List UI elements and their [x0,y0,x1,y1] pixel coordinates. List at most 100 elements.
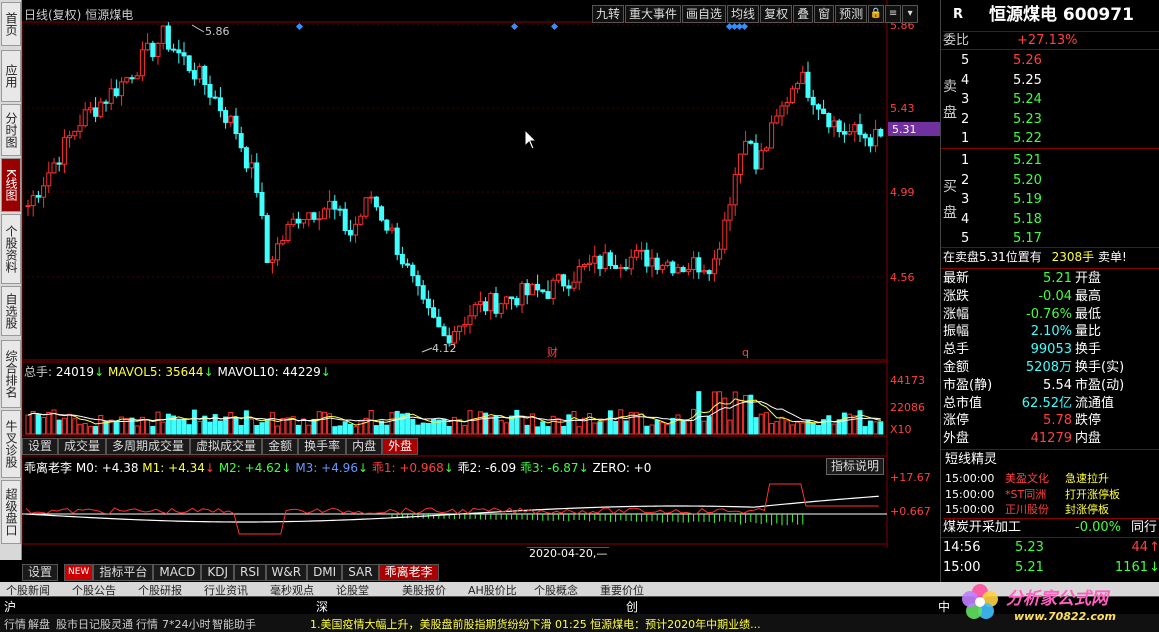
leftnav-item-2[interactable]: 分时图 [1,104,21,156]
status-item-0[interactable]: 行情 [4,616,26,632]
index-sh[interactable]: 沪 [4,598,16,615]
candle-body [826,113,832,128]
book-row[interactable]: 2 5.20 [961,172,1151,189]
indicator-tab-4[interactable]: KDJ [201,564,234,581]
toolbar-button-3[interactable]: 均线 [727,5,760,23]
volume-bar [498,419,504,435]
candle-body [878,128,884,137]
toolbar-button-7[interactable]: 预测 [835,5,868,23]
board-row[interactable]: 15:00:00 美盈文化 急速拉升 [945,470,1109,487]
stat-row: 总手 99053 换手 [943,342,1102,358]
indicator-tab-1[interactable]: NEW [64,564,94,581]
menu-icon[interactable]: ≡ [885,5,902,23]
index-sz[interactable]: 深 [316,598,328,615]
volume-bar [727,419,733,435]
book-row[interactable]: 1 5.21 [961,152,1151,169]
volume-tab-0[interactable]: 设置 [22,438,59,455]
indicator-tab-5[interactable]: RSI [234,564,266,581]
volume-bar [150,425,156,435]
candle-body [758,150,764,170]
news-ticker[interactable]: 1.美国疫情大幅上升，美股盘前股指期货纷纷下滑 01:25 恒源煤电：预计202… [310,616,761,632]
volume-bar [680,419,686,435]
candle-body [316,218,322,221]
status-item-5[interactable]: 7*24小时 [162,616,211,632]
index-cy[interactable]: 创 [626,598,638,615]
board-row[interactable]: 15:00:00 正川股份 封涨停板 [945,501,1109,518]
news-tab-4[interactable]: 毫秒观点 [270,582,314,596]
leftnav-item-8[interactable]: 超级盘口 [1,480,21,544]
volume-bar [384,424,390,435]
leftnav-item-0[interactable]: 首页 [1,2,21,46]
indicator-tab-2[interactable]: 指标平台 [93,564,154,581]
lock-icon[interactable]: 🔒 [868,5,885,23]
book-row[interactable]: 3 5.19 [961,191,1151,208]
book-row[interactable]: 3 5.24 [961,91,1151,108]
status-item-2[interactable]: 股市日记 [56,616,100,632]
status-item-1[interactable]: 解盘 [28,616,50,632]
book-row[interactable]: 2 5.23 [961,111,1151,128]
volume-bar [685,420,691,435]
volume-bar [571,411,577,435]
leftnav-item-3[interactable]: K线图 [1,158,21,212]
volume-bar [321,411,327,435]
toolbar-button-0[interactable]: 九转 [592,5,625,23]
volume-bar [113,420,119,435]
leftnav-item-4[interactable]: 个股资料 [1,214,21,284]
kline-chart-area[interactable]: 5.86 5.43 4.99 4.56 5.31 44173 22086 X10 5.86 4.1… [22,0,940,548]
buy-label: 买盘 [943,179,957,221]
index-zx[interactable]: 中 [938,598,950,615]
volume-tab-4[interactable]: 金额 [262,438,299,455]
indicator-tab-7[interactable]: DMI [307,564,343,581]
news-tab-8[interactable]: 个股概念 [534,582,578,596]
book-row[interactable]: 4 5.18 [961,211,1151,228]
leftnav-item-5[interactable]: 自选股 [1,286,21,336]
news-tab-0[interactable]: 个股新闻 [6,582,50,596]
leftnav-item-7[interactable]: 牛叉诊股 [1,410,21,478]
indicator-tab-0[interactable]: 设置 [22,564,59,581]
news-tab-3[interactable]: 行业资讯 [204,582,248,596]
volume-bar [379,420,385,435]
leftnav-item-6[interactable]: 综合排名 [1,340,21,408]
volume-tab-6[interactable]: 内盘 [346,438,383,455]
toolbar-button-5[interactable]: 叠 [793,5,814,23]
volume-bar [337,425,343,435]
volume-bar [207,421,213,435]
indicator-tab-9[interactable]: 乖离老李 [378,564,439,581]
news-tab-9[interactable]: 重要价位 [600,582,644,596]
volume-bar [191,409,197,435]
price-tick: 4.56 [890,271,915,284]
board-row[interactable]: 15:00:00 *ST同洲 打开涨停板 [945,486,1120,503]
book-row[interactable]: 1 5.22 [961,130,1151,147]
volume-tab-1[interactable]: 成交量 [58,438,107,455]
volume-bar [758,413,764,435]
toolbar-button-2[interactable]: 画自选 [682,5,727,23]
status-item-6[interactable]: 智能助手 [212,616,256,632]
news-tab-7[interactable]: AH股价比 [468,582,517,596]
volume-bar [691,408,697,435]
news-tab-5[interactable]: 论股堂 [336,582,369,596]
indicator-help-button[interactable]: 指标说明 [826,458,885,475]
news-tab-2[interactable]: 个股研报 [138,582,182,596]
candle-body [61,137,67,165]
dropdown-icon[interactable]: ▾ [902,5,919,23]
book-row[interactable]: 5 5.26 [961,52,1151,69]
leftnav-item-1[interactable]: 应用 [1,50,21,102]
news-tab-1[interactable]: 个股公告 [72,582,116,596]
volume-tab-7[interactable]: 外盘 [382,438,419,455]
volume-tab-3[interactable]: 虚拟成交量 [190,438,263,455]
book-row[interactable]: 4 5.25 [961,72,1151,89]
toolbar-button-1[interactable]: 重大事件 [625,5,682,23]
status-item-3[interactable]: 股灵通 [100,616,133,632]
news-tab-6[interactable]: 美股报价 [402,582,446,596]
volume-tab-5[interactable]: 换手率 [298,438,347,455]
indicator-tab-3[interactable]: MACD [153,564,202,581]
toolbar-button-6[interactable]: 窗 [814,5,835,23]
book-row[interactable]: 5 5.17 [961,230,1151,247]
sector-row[interactable]: 煤炭开采加工 -0.00% 同行 [943,518,1159,535]
indicator-tab-8[interactable]: SAR [342,564,379,581]
indicator-tab-6[interactable]: W&R [265,564,308,581]
status-item-4[interactable]: 行情 [136,616,158,632]
candle-body [800,71,806,84]
toolbar-button-4[interactable]: 复权 [760,5,793,23]
volume-tab-2[interactable]: 多周期成交量 [106,438,191,455]
